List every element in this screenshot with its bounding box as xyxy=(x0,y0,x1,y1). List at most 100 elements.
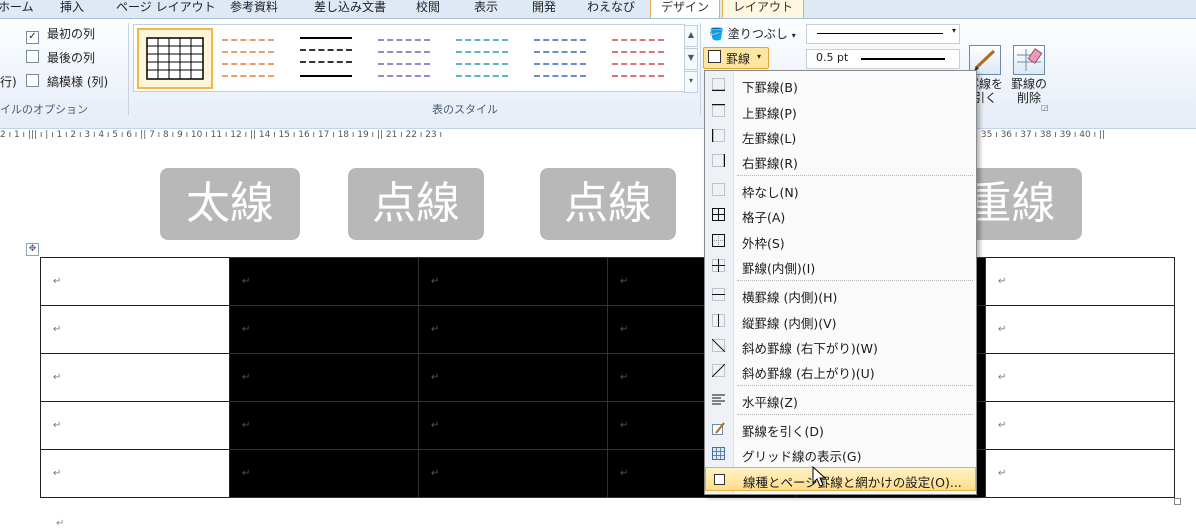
table-resize-handle[interactable] xyxy=(1174,498,1181,505)
table-cell[interactable]: ↵ xyxy=(985,257,1175,306)
menu-item-all-borders[interactable]: 格子(A) xyxy=(705,203,976,227)
shading-button[interactable]: 🪣 塗りつぶし ▾ xyxy=(709,25,796,42)
menu-item-no-border[interactable]: 枠なし(N) xyxy=(705,178,976,202)
table-cell[interactable]: ↵ xyxy=(418,305,608,354)
table-cell[interactable]: ↵ xyxy=(418,401,608,450)
dialog-launcher-icon[interactable]: ◲ xyxy=(1041,103,1049,112)
tab-references[interactable]: 参考資料 xyxy=(230,0,278,18)
horizontal-ruler[interactable]: 2 ı 1 ı ||| ı | ı 1 ı 2 ı 3 ı 4 ı 5 ı 6 … xyxy=(0,128,1196,143)
table-cell[interactable]: ↵ xyxy=(229,257,419,306)
table-cell[interactable]: ↵ xyxy=(229,449,419,498)
banded-rows-cut-label: 行) xyxy=(0,75,17,89)
first-column-checkbox[interactable]: ✓ xyxy=(26,31,39,44)
tab-design[interactable]: デザイン xyxy=(650,0,721,18)
bottom-border-icon xyxy=(712,78,725,91)
last-column-checkbox[interactable] xyxy=(26,50,39,63)
tab-review[interactable]: 校閲 xyxy=(416,0,440,18)
draw-table-icon xyxy=(712,422,725,435)
pen-style-select[interactable]: ▾ xyxy=(806,24,960,44)
table-cell[interactable]: ↵ xyxy=(418,449,608,498)
table-cell[interactable]: ↵ xyxy=(985,353,1175,402)
menu-item-outside-borders[interactable]: 外枠(S) xyxy=(705,229,976,253)
tab-home[interactable]: ホーム xyxy=(0,0,34,18)
inside-borders-icon xyxy=(712,259,725,272)
table-cell[interactable]: ↵ xyxy=(418,257,608,306)
table-style-red[interactable] xyxy=(604,31,672,83)
banded-columns-checkbox[interactable] xyxy=(26,74,39,87)
menu-separator xyxy=(737,414,973,415)
table-cell[interactable]: ↵ xyxy=(418,353,608,402)
menu-item-inside-horizontal[interactable]: 横罫線 (内側)(H) xyxy=(705,283,976,307)
right-border-icon xyxy=(712,154,725,167)
doc-label-thick: 太線 xyxy=(160,168,300,240)
table-style-grid[interactable] xyxy=(137,28,213,89)
tab-insert[interactable]: 挿入 xyxy=(60,0,84,18)
table-row: ↵ ↵ ↵ ↵ ↵ ↵ xyxy=(40,449,1175,498)
borders-button[interactable]: 罫線 ▾ xyxy=(703,47,769,69)
gallery-scroll-up-icon[interactable]: ▲ xyxy=(684,25,698,47)
table-style-teal[interactable] xyxy=(448,31,516,83)
tab-view[interactable]: 表示 xyxy=(474,0,498,18)
last-column-option[interactable]: 最後の列 xyxy=(26,49,95,67)
table-style-purple[interactable] xyxy=(370,31,438,83)
table-cell[interactable]: ↵ xyxy=(40,257,230,306)
no-border-icon xyxy=(712,183,725,196)
table-cell[interactable]: ↵ xyxy=(229,305,419,354)
table-cell[interactable]: ↵ xyxy=(985,449,1175,498)
menu-item-top-border[interactable]: 上罫線(P) xyxy=(705,99,976,123)
document-table[interactable]: ↵ ↵ ↵ ↵ ↵ ↵ ↵ ↵ ↵ ↵ ↵ ↵ ↵ ↵ ↵ ↵ ↵ ↵ ↵ ↵ … xyxy=(40,257,1175,498)
eraser-button[interactable]: 罫線の 削除 xyxy=(1008,45,1050,105)
menu-item-view-gridlines[interactable]: グリッド線の表示(G) xyxy=(705,442,976,466)
table-cell[interactable]: ↵ xyxy=(40,401,230,450)
menu-item-right-border[interactable]: 右罫線(R) xyxy=(705,149,976,173)
table-cell[interactable]: ↵ xyxy=(40,449,230,498)
chevron-down-icon: ▾ xyxy=(951,26,956,35)
table-move-handle-icon[interactable]: ✥ xyxy=(26,243,39,256)
table-cell[interactable]: ↵ xyxy=(985,401,1175,450)
style-options-group-label: イルのオプション xyxy=(0,103,88,116)
table-styles-group-label: 表のスタイル xyxy=(432,103,498,116)
table-cell[interactable]: ↵ xyxy=(985,305,1175,354)
ruler-right-scale: | 35 ı 36 ı 37 ı 38 ı 39 ı 40 ı || xyxy=(975,130,1106,140)
table-style-black[interactable] xyxy=(292,31,360,83)
menu-item-left-border[interactable]: 左罫線(L) xyxy=(705,124,976,148)
tab-developer[interactable]: 開発 xyxy=(532,0,556,18)
ribbon-tab-bar: ホーム 挿入 ページ レイアウト 参考資料 差し込み文書 校閲 表示 開発 わえ… xyxy=(0,0,1196,19)
borders-dropdown-menu: 下罫線(B) 上罫線(P) 左罫線(L) 右罫線(R) 枠なし(N) 格子(A)… xyxy=(704,70,977,495)
table-style-orange[interactable] xyxy=(214,31,282,83)
table-style-blue[interactable] xyxy=(526,31,594,83)
diagonal-down-border-icon xyxy=(712,339,725,352)
menu-item-diagonal-down[interactable]: 斜め罫線 (右下がり)(W) xyxy=(705,334,976,358)
gallery-scroll: ▲ ▼ ▾ xyxy=(684,25,698,93)
tab-layout[interactable]: レイアウト xyxy=(722,0,805,18)
tab-page-layout[interactable]: ページ レイアウト xyxy=(116,0,216,18)
inside-horizontal-border-icon xyxy=(712,288,725,301)
eraser-label: 罫線の 削除 xyxy=(1010,77,1047,105)
menu-item-diagonal-up[interactable]: 斜め罫線 (右上がり)(U) xyxy=(705,359,976,383)
tab-mailings[interactable]: 差し込み文書 xyxy=(314,0,386,18)
first-column-option[interactable]: ✓ 最初の列 xyxy=(26,25,95,44)
last-column-label: 最後の列 xyxy=(47,51,96,65)
banded-columns-option[interactable]: 縞模様 (列) xyxy=(26,73,108,91)
menu-item-bottom-border[interactable]: 下罫線(B) xyxy=(705,73,976,97)
inside-vertical-border-icon xyxy=(712,314,725,327)
eraser-icon xyxy=(1013,45,1045,75)
table-cell[interactable]: ↵ xyxy=(229,401,419,450)
menu-item-horizontal-line[interactable]: 水平線(Z) xyxy=(705,388,976,412)
menu-separator xyxy=(737,385,973,386)
menu-item-inside-borders[interactable]: 罫線(内側)(I) xyxy=(705,254,976,278)
paint-bucket-icon: 🪣 xyxy=(709,27,724,41)
doc-label-dotted-2: 点線 xyxy=(540,168,676,240)
menu-item-borders-and-shading[interactable]: 線種とページ罫線と網かけの設定(O)... xyxy=(705,467,976,491)
gallery-more-icon[interactable]: ▾ xyxy=(684,71,698,93)
table-cell[interactable]: ↵ xyxy=(40,305,230,354)
table-row: ↵ ↵ ↵ ↵ ↵ ↵ xyxy=(40,257,1175,306)
table-cell[interactable]: ↵ xyxy=(229,353,419,402)
tab-waenavi[interactable]: わえなび xyxy=(587,0,635,18)
table-cell[interactable]: ↵ xyxy=(40,353,230,402)
banded-columns-label: 縞模様 (列) xyxy=(47,75,109,89)
pen-weight-select[interactable]: 0.5 pt xyxy=(806,49,960,69)
menu-item-draw-table[interactable]: 罫線を引く(D) xyxy=(705,417,976,441)
menu-item-inside-vertical[interactable]: 縦罫線 (内側)(V) xyxy=(705,309,976,333)
gallery-scroll-down-icon[interactable]: ▼ xyxy=(684,48,698,70)
